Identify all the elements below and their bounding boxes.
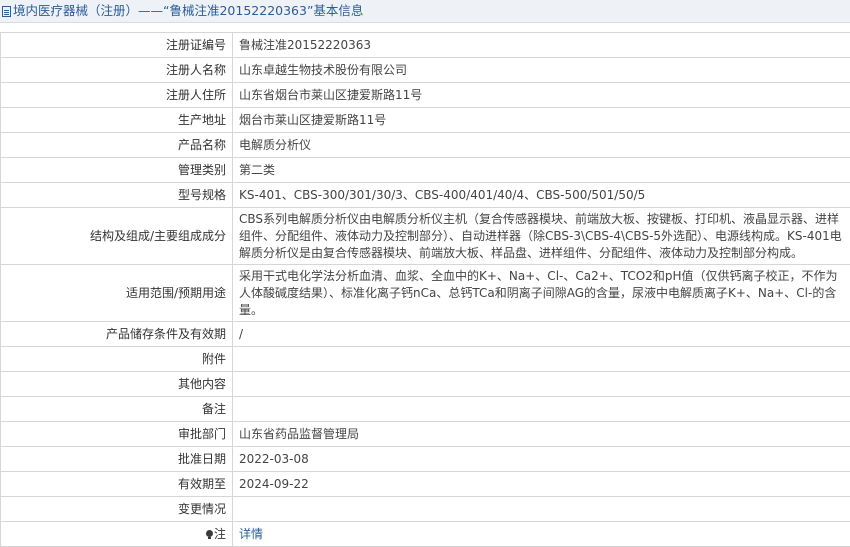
row-value <box>233 397 850 422</box>
table-row-registration-number: 注册证编号 鲁械注准20152220363 <box>1 33 850 58</box>
row-label: 附件 <box>1 347 233 372</box>
row-label: 注册人住所 <box>1 83 233 108</box>
row-value: 山东省药品监督管理局 <box>233 422 850 447</box>
table-row-note: 注 详情 <box>1 522 850 547</box>
table-row-structure-composition: 结构及组成/主要组成成分 CBS系列电解质分析仪由电解质分析仪主机（复合传感器模… <box>1 208 850 265</box>
lightbulb-icon <box>206 530 213 537</box>
row-value: 鲁械注准20152220363 <box>233 33 850 58</box>
table-row-management-class: 管理类别 第二类 <box>1 158 850 183</box>
row-label: 适用范围/预期用途 <box>1 265 233 322</box>
row-value: 2022-03-08 <box>233 447 850 472</box>
note-label: 注 <box>214 527 226 541</box>
row-label: 其他内容 <box>1 372 233 397</box>
table-row-change-status: 变更情况 <box>1 497 850 522</box>
row-label: 注 <box>1 522 233 547</box>
page-title-bar: 境内医疗器械（注册）——“鲁械注准20152220363”基本信息 <box>0 0 850 23</box>
table-row-registrant-address: 注册人住所 山东省烟台市莱山区捷爱斯路11号 <box>1 83 850 108</box>
row-value: 采用干式电化学法分析血清、血浆、全血中的K+、Na+、Cl-、Ca2+、TCO2… <box>233 265 850 322</box>
detail-table: 注册证编号 鲁械注准20152220363 注册人名称 山东卓越生物技术股份有限… <box>0 32 850 547</box>
row-label: 产品名称 <box>1 133 233 158</box>
row-value: 详情 <box>233 522 850 547</box>
row-label: 结构及组成/主要组成成分 <box>1 208 233 265</box>
row-value: 烟台市莱山区捷爱斯路11号 <box>233 108 850 133</box>
row-value: / <box>233 322 850 347</box>
row-label: 生产地址 <box>1 108 233 133</box>
row-value: KS-401、CBS-300/301/30/3、CBS-400/401/40/4… <box>233 183 850 208</box>
table-row-approval-department: 审批部门 山东省药品监督管理局 <box>1 422 850 447</box>
row-value: 山东卓越生物技术股份有限公司 <box>233 58 850 83</box>
document-icon <box>2 6 11 17</box>
table-row-storage-validity: 产品储存条件及有效期 / <box>1 322 850 347</box>
row-label: 型号规格 <box>1 183 233 208</box>
row-value: 2024-09-22 <box>233 472 850 497</box>
row-value: 第二类 <box>233 158 850 183</box>
row-label: 备注 <box>1 397 233 422</box>
details-link[interactable]: 详情 <box>239 527 263 541</box>
row-value: CBS系列电解质分析仪由电解质分析仪主机（复合传感器模块、前端放大板、按键板、打… <box>233 208 850 265</box>
row-value <box>233 347 850 372</box>
table-row-valid-until: 有效期至 2024-09-22 <box>1 472 850 497</box>
row-value <box>233 372 850 397</box>
table-row-approval-date: 批准日期 2022-03-08 <box>1 447 850 472</box>
row-label: 管理类别 <box>1 158 233 183</box>
row-label: 产品储存条件及有效期 <box>1 322 233 347</box>
row-label: 注册人名称 <box>1 58 233 83</box>
table-row-other-content: 其他内容 <box>1 372 850 397</box>
row-value: 电解质分析仪 <box>233 133 850 158</box>
table-row-remarks: 备注 <box>1 397 850 422</box>
table-row-intended-use: 适用范围/预期用途 采用干式电化学法分析血清、血浆、全血中的K+、Na+、Cl-… <box>1 265 850 322</box>
page-title: 境内医疗器械（注册）——“鲁械注准20152220363”基本信息 <box>13 3 363 18</box>
table-row-product-name: 产品名称 电解质分析仪 <box>1 133 850 158</box>
row-label: 有效期至 <box>1 472 233 497</box>
row-label: 批准日期 <box>1 447 233 472</box>
table-row-registrant-name: 注册人名称 山东卓越生物技术股份有限公司 <box>1 58 850 83</box>
row-value: 山东省烟台市莱山区捷爱斯路11号 <box>233 83 850 108</box>
row-label: 注册证编号 <box>1 33 233 58</box>
table-row-model-spec: 型号规格 KS-401、CBS-300/301/30/3、CBS-400/401… <box>1 183 850 208</box>
table-row-attachments: 附件 <box>1 347 850 372</box>
row-label: 审批部门 <box>1 422 233 447</box>
row-label: 变更情况 <box>1 497 233 522</box>
row-value <box>233 497 850 522</box>
table-row-production-address: 生产地址 烟台市莱山区捷爱斯路11号 <box>1 108 850 133</box>
